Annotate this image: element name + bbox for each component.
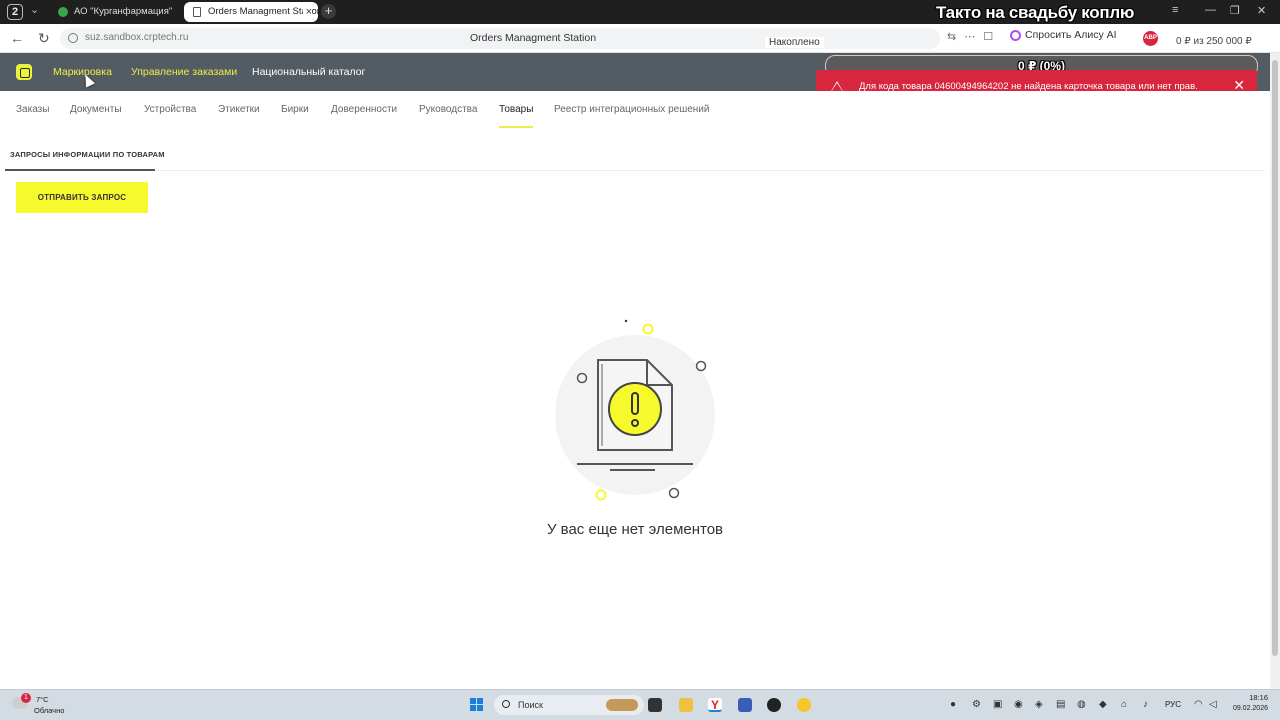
browser-tab-orders[interactable]: Orders Managment Station ×: [184, 2, 318, 22]
app-icon[interactable]: [738, 698, 752, 712]
search-icon: [502, 700, 510, 708]
app-yellow-icon[interactable]: [797, 698, 811, 712]
back-icon[interactable]: ←: [10, 30, 24, 46]
site-info-icon[interactable]: [68, 33, 78, 43]
tab-document-icon: [193, 7, 201, 17]
reload-icon[interactable]: ↻: [38, 30, 50, 47]
ask-alice-label: Спросить Алису AI: [1025, 29, 1117, 41]
subnav-devices[interactable]: Устройства: [144, 104, 196, 115]
tab-counter[interactable]: 2: [7, 4, 23, 20]
sparkle-dot: [624, 319, 628, 323]
minimize-icon[interactable]: —: [1205, 4, 1216, 16]
tab-list-chevron-icon[interactable]: ⌄: [30, 3, 39, 16]
ask-alice-button[interactable]: Спросить Алису AI: [1010, 29, 1117, 41]
page-title: Orders Managment Station: [470, 32, 597, 44]
clock-time[interactable]: 18:16: [1228, 693, 1268, 702]
tray-mic-icon[interactable]: ♪: [1143, 699, 1148, 710]
url-text: suz.sandbox.crptech.ru: [85, 32, 189, 43]
subnav-guides[interactable]: Руководства: [419, 104, 477, 115]
tray-keyboard-icon[interactable]: ▤: [1056, 699, 1065, 710]
savings-progress-text: 0 ₽ из 250 000 ₽: [1176, 36, 1254, 47]
subnav-orders[interactable]: Заказы: [16, 104, 49, 115]
tab-close-icon[interactable]: ×: [302, 2, 312, 22]
browser-menu-icon[interactable]: ≡: [1172, 4, 1178, 16]
nav-order-management[interactable]: Управление заказами: [131, 66, 237, 78]
file-explorer-icon[interactable]: [679, 698, 693, 712]
subnav-integration-registry[interactable]: Реестр интеграционных решений: [554, 104, 709, 115]
browser-tab-bar: 2 ⌄ АО "Курганфармация" Orders Managment…: [0, 0, 1280, 24]
tray-network-app-icon[interactable]: ◈: [1035, 699, 1043, 710]
sparkle-gray-bottom: [668, 487, 680, 499]
subnav-goods[interactable]: Товары: [499, 104, 533, 115]
sub-navigation: Заказы Документы Устройства Этикетки Бир…: [0, 91, 1270, 129]
volume-icon[interactable]: ◁: [1209, 699, 1217, 710]
tray-discord-icon[interactable]: ◍: [1077, 699, 1086, 710]
nav-national-catalog[interactable]: Национальный каталог: [252, 66, 365, 78]
tray-settings-icon[interactable]: ⚙: [972, 699, 981, 710]
toast-close-icon[interactable]: ✕: [1233, 78, 1245, 92]
send-request-button[interactable]: ОТПРАВИТЬ ЗАПРОС: [16, 182, 148, 213]
browser-tab-kurganfarmaciya[interactable]: АО "Курганфармация": [50, 2, 178, 22]
page-scrollbar-thumb[interactable]: [1272, 60, 1278, 656]
clock-date[interactable]: 09.02.2026: [1228, 705, 1268, 712]
subnav-active-indicator: [499, 126, 533, 128]
close-window-icon[interactable]: ✕: [1257, 4, 1266, 17]
restore-icon[interactable]: ❐: [1230, 4, 1240, 17]
weather-condition: Облачно: [34, 706, 65, 715]
sparkle-yellow-bottom: [595, 489, 607, 501]
address-bar: ← ↻ suz.sandbox.crptech.ru Orders Managm…: [0, 24, 1280, 53]
task-view-icon[interactable]: [648, 698, 662, 712]
search-placeholder: Поиск: [518, 700, 543, 710]
tab-title: Orders Managment Station: [208, 6, 318, 17]
taskbar-search[interactable]: Поиск: [494, 695, 644, 715]
yandex-browser-icon[interactable]: Y: [708, 698, 722, 712]
windows-start-icon[interactable]: [470, 698, 484, 712]
tray-usb-icon[interactable]: ⌂: [1121, 699, 1127, 710]
sparkle-yellow-top: [642, 323, 654, 335]
alice-icon: [1010, 30, 1021, 41]
search-highlight-icon: [606, 699, 638, 711]
wifi-icon[interactable]: ◠: [1194, 699, 1203, 710]
new-tab-button[interactable]: +: [321, 4, 336, 19]
language-indicator[interactable]: РУС: [1165, 700, 1181, 709]
windows-taskbar: 1 7°C Облачно Поиск Y ● ⚙ ▣ ◉ ◈ ▤ ◍ ◆ ⌂ …: [0, 689, 1280, 720]
tray-nvidia-icon[interactable]: ▣: [993, 699, 1002, 710]
warning-circle: [608, 382, 662, 436]
app-logo-icon[interactable]: [16, 64, 32, 80]
obs-icon[interactable]: [767, 698, 781, 712]
section-tab-underline: [5, 169, 155, 171]
section-divider: [155, 170, 1265, 171]
stream-overlay-caption: Такто на свадьбу коплю: [936, 3, 1135, 22]
tray-steam-icon[interactable]: ◉: [1014, 699, 1023, 710]
empty-state-illustration: [555, 319, 715, 501]
savings-label: Накоплено: [765, 37, 824, 48]
tab-product-info-requests[interactable]: ЗАПРОСЫ ИНФОРМАЦИИ ПО ТОВАРАМ: [10, 150, 165, 159]
tray-android-icon[interactable]: ◆: [1099, 699, 1107, 710]
weather-temperature: 7°C: [36, 695, 49, 704]
adblock-icon[interactable]: ABP: [1143, 31, 1158, 46]
subnav-powers-of-attorney[interactable]: Доверенности: [331, 104, 397, 115]
address-actions-icon[interactable]: ⇆⋯☐: [947, 30, 1001, 43]
subnav-labels[interactable]: Этикетки: [218, 104, 260, 115]
weather-badge: 1: [21, 693, 31, 703]
tab-title: АО "Курганфармация": [74, 6, 173, 17]
subnav-tags[interactable]: Бирки: [281, 104, 309, 115]
subnav-documents[interactable]: Документы: [70, 104, 122, 115]
empty-state-message: У вас еще нет элементов: [546, 521, 724, 538]
tab-favicon-icon: [58, 7, 68, 17]
tray-app-icon[interactable]: ●: [950, 699, 956, 710]
